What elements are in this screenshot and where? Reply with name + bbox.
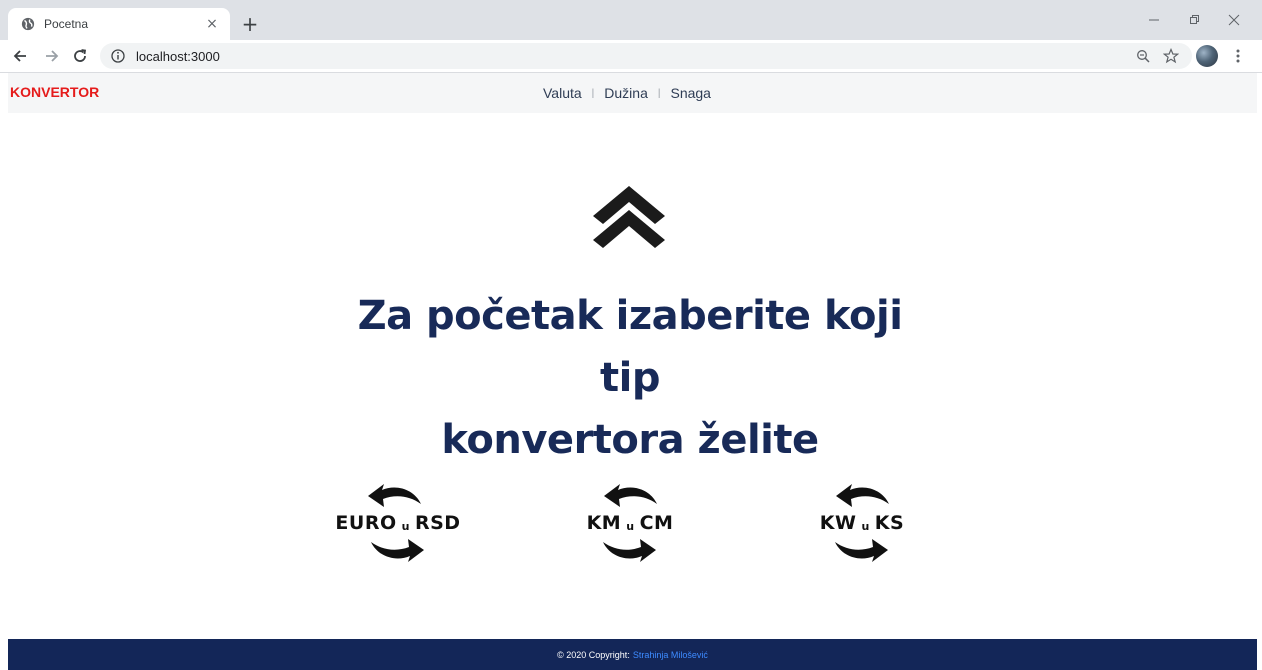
nav-menu: Valuta | Dužina | Snaga (543, 85, 711, 101)
back-arrow-icon[interactable] (8, 44, 32, 68)
converter-from: KW (819, 512, 857, 534)
site-footer: © 2020 Copyright: Strahinja Milošević (8, 639, 1257, 670)
profile-avatar[interactable] (1196, 45, 1218, 67)
address-bar[interactable]: localhost:3000 (100, 43, 1192, 69)
converter-from: KM (586, 512, 622, 534)
browser-toolbar: localhost:3000 (0, 40, 1262, 73)
tab-close-icon[interactable]: × (204, 16, 220, 32)
new-tab-button[interactable]: + (238, 12, 262, 36)
converter-joiner: u (626, 520, 635, 533)
star-icon[interactable] (1160, 45, 1182, 67)
browser-tab[interactable]: Pocetna × (8, 8, 230, 40)
double-chevron-up-icon (590, 184, 668, 250)
footer-copyright: © 2020 Copyright: (557, 649, 630, 660)
url-text[interactable]: localhost:3000 (136, 49, 1126, 64)
reload-icon[interactable] (68, 44, 92, 68)
page-title-line-1: Za početak izaberite koji tip (357, 293, 903, 401)
globe-icon (20, 16, 36, 32)
browser-tab-bar: Pocetna × + (0, 0, 1262, 40)
converter-euro-rsd[interactable]: EURO u RSD (326, 482, 470, 564)
nav-item-snaga[interactable]: Snaga (670, 85, 710, 101)
close-window-icon[interactable] (1214, 8, 1254, 32)
footer-author-link[interactable]: Strahinja Milošević (633, 650, 708, 660)
converter-to: KS (874, 512, 905, 534)
nav-separator: | (591, 87, 595, 99)
converter-to: CM (639, 512, 674, 534)
converter-km-cm[interactable]: KM u CM (576, 482, 684, 564)
converter-from: EURO (335, 512, 397, 534)
converter-joiner: u (401, 520, 410, 533)
converter-joiner: u (861, 520, 870, 533)
converter-label: EURO u RSD (326, 512, 470, 534)
nav-item-duzina[interactable]: Dužina (604, 85, 648, 101)
converter-label: KW u KS (808, 512, 916, 534)
nav-item-valuta[interactable]: Valuta (543, 85, 582, 101)
minimize-icon[interactable] (1134, 8, 1174, 32)
brand-logo[interactable]: KONVERTOR (10, 84, 99, 100)
converter-label: KM u CM (576, 512, 684, 534)
nav-separator: | (657, 87, 661, 99)
zoom-icon[interactable] (1132, 45, 1154, 67)
converter-to: RSD (414, 512, 461, 534)
converter-kw-ks[interactable]: KW u KS (808, 482, 916, 564)
info-icon[interactable] (110, 48, 126, 64)
site-navbar: KONVERTOR Valuta | Dužina | Snaga (8, 73, 1257, 113)
restore-icon[interactable] (1174, 8, 1214, 32)
page-title: Za početak izaberite koji tip konvertora… (330, 285, 930, 471)
more-vertical-icon[interactable] (1226, 44, 1250, 68)
forward-arrow-icon[interactable] (40, 44, 64, 68)
page-title-line-2: konvertora želite (441, 417, 819, 463)
tab-title: Pocetna (44, 17, 89, 31)
